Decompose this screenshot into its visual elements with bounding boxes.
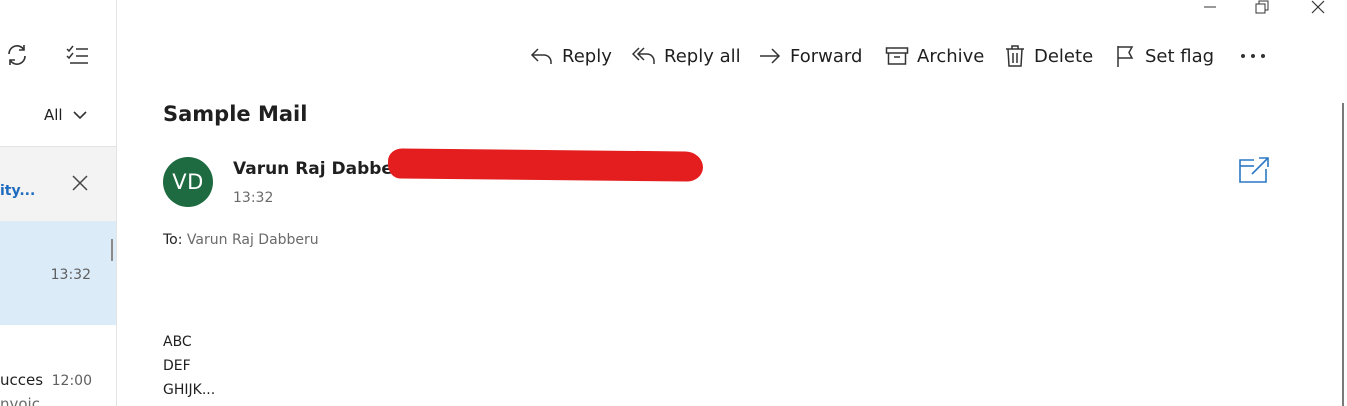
list-item-subject: ity... xyxy=(0,183,36,199)
message-list-pane: All ity... 13:32 ucces 12:00 nvoic xyxy=(0,0,117,406)
list-item-time: 12:00 xyxy=(51,373,92,389)
avatar[interactable]: VD xyxy=(163,157,213,207)
mail-app-window: All ity... 13:32 ucces 12:00 nvoic Reply… xyxy=(0,0,1347,406)
reply-button[interactable]: Reply xyxy=(530,40,612,72)
list-item[interactable]: 13:32 xyxy=(0,221,116,325)
list-item[interactable]: ucces 12:00 nvoic xyxy=(0,325,116,406)
avatar-initials: VD xyxy=(172,170,204,194)
select-mode-icon[interactable] xyxy=(62,40,92,70)
list-scrollbar[interactable] xyxy=(111,239,113,261)
restore-icon[interactable] xyxy=(1242,0,1282,14)
body-line: DEF xyxy=(163,358,191,374)
set-flag-label: Set flag xyxy=(1145,45,1215,67)
minimize-icon[interactable] xyxy=(1190,0,1230,14)
close-icon[interactable] xyxy=(70,173,90,193)
archive-icon xyxy=(885,47,909,65)
chevron-down-icon xyxy=(73,111,87,120)
more-icon xyxy=(1241,54,1265,58)
recipients-line: To: Varun Raj Dabberu xyxy=(163,232,319,248)
filter-dropdown[interactable]: All xyxy=(44,106,87,124)
open-in-new-window-icon[interactable] xyxy=(1238,156,1270,184)
archive-button[interactable]: Archive xyxy=(885,40,984,72)
reply-icon xyxy=(530,48,552,64)
reply-all-label: Reply all xyxy=(664,45,741,67)
list-item[interactable]: ity... xyxy=(0,147,116,221)
message-time: 13:32 xyxy=(233,190,274,206)
set-flag-button[interactable]: Set flag xyxy=(1115,40,1214,72)
reply-all-button[interactable]: Reply all xyxy=(632,40,741,72)
list-item-preview: nvoic xyxy=(0,395,40,406)
trash-icon xyxy=(1006,45,1024,67)
forward-icon xyxy=(760,48,781,64)
reply-label: Reply xyxy=(562,45,612,67)
list-item-time: 13:32 xyxy=(50,267,91,283)
list-item-subject: ucces xyxy=(0,371,44,389)
body-line: GHIJK... xyxy=(163,382,216,398)
delete-button[interactable]: Delete xyxy=(1004,40,1093,72)
message-body: ABC DEF GHIJK... xyxy=(163,330,215,402)
sync-icon[interactable] xyxy=(2,40,32,70)
message-subject: Sample Mail xyxy=(163,102,308,126)
flag-icon xyxy=(1117,46,1134,67)
close-icon[interactable] xyxy=(1298,0,1338,14)
forward-button[interactable]: Forward xyxy=(758,40,862,72)
filter-label: All xyxy=(44,106,63,124)
delete-label: Delete xyxy=(1034,45,1094,67)
body-line: ABC xyxy=(163,334,192,350)
to-label: To: xyxy=(163,232,183,248)
more-options-button[interactable] xyxy=(1238,40,1268,72)
archive-label: Archive xyxy=(917,45,985,67)
reply-all-icon xyxy=(632,47,655,64)
redaction-mark xyxy=(387,148,704,182)
sender-name[interactable]: Varun Raj Dabberu xyxy=(233,159,413,179)
reading-pane-scrollbar[interactable] xyxy=(1342,103,1344,406)
forward-label: Forward xyxy=(790,45,863,67)
to-recipient[interactable]: Varun Raj Dabberu xyxy=(187,232,319,248)
